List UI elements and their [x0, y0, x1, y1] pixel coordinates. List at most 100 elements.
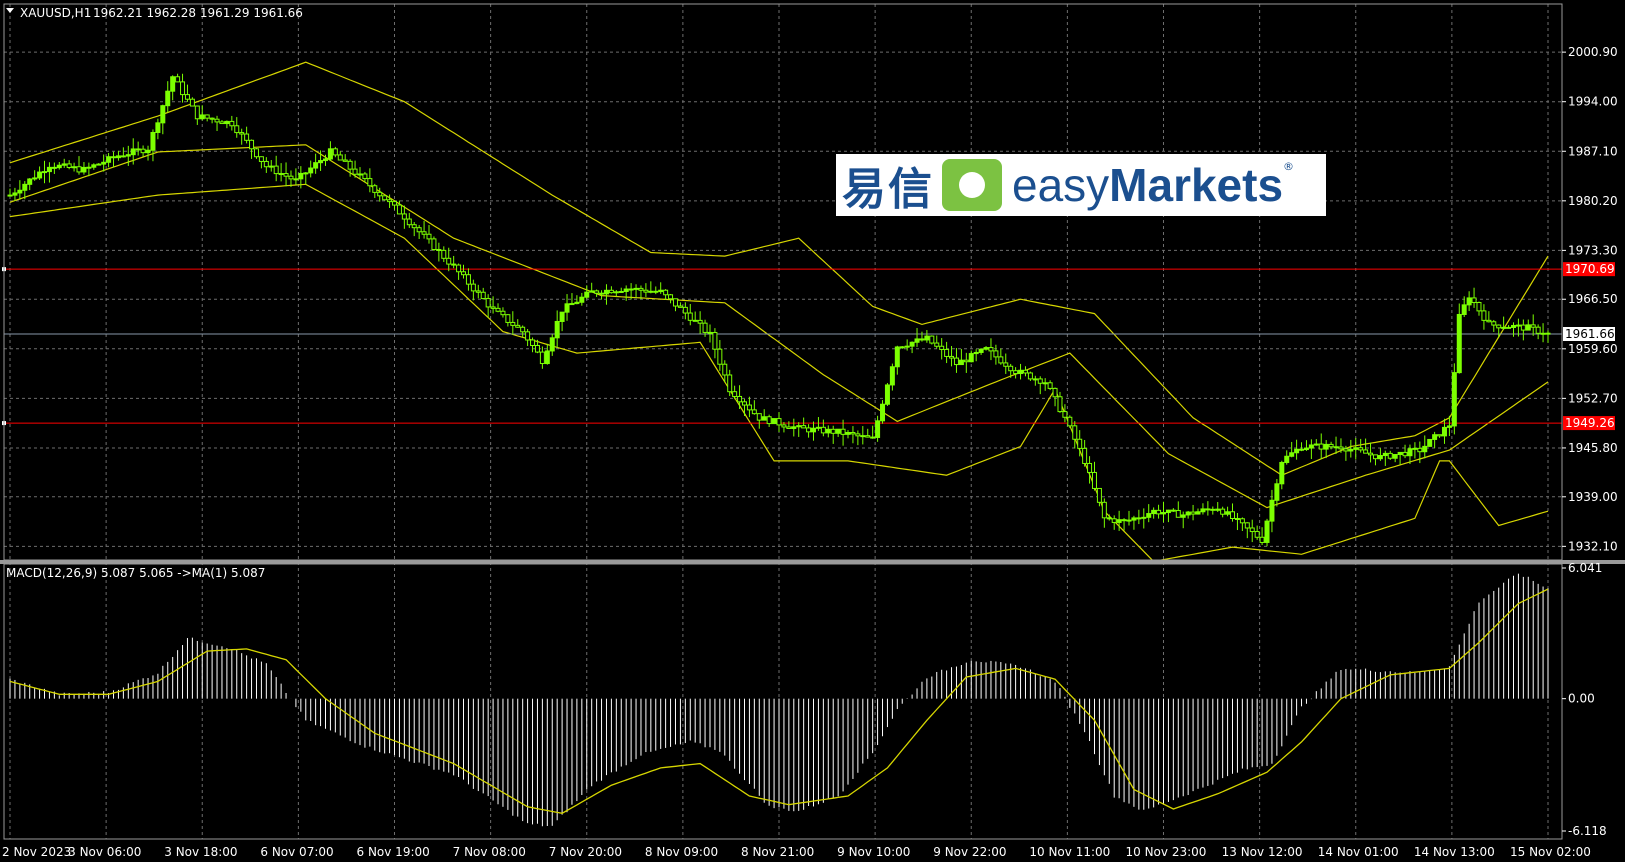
- price-tick-label: 1939.00: [1568, 490, 1618, 504]
- bull-candle: [1412, 447, 1418, 450]
- time-axis-label: 8 Nov 21:00: [741, 845, 814, 859]
- bear-candle: [347, 160, 353, 170]
- bear-candle: [1372, 454, 1378, 460]
- horizontal-lines[interactable]: 1970.69 1949.26 1961.66: [2, 262, 1615, 431]
- bear-candle: [510, 321, 516, 326]
- bear-candle: [663, 289, 669, 296]
- bear-candle: [1530, 324, 1536, 328]
- bear-candle: [963, 359, 969, 363]
- bear-candle: [1540, 332, 1546, 335]
- bear-candle: [273, 165, 279, 175]
- symbol-label[interactable]: XAUUSD,H1: [20, 6, 91, 20]
- bear-candle: [382, 195, 388, 201]
- bull-candle: [544, 350, 550, 365]
- bear-candle: [682, 306, 688, 314]
- bear-candle: [1062, 411, 1068, 418]
- logo-en-text: easyMarkets: [1012, 158, 1283, 212]
- bull-candle: [1323, 443, 1329, 450]
- bear-candle: [707, 331, 713, 334]
- bear-candle: [919, 338, 925, 341]
- bull-candle: [574, 301, 580, 305]
- macd-label: MACD(12,26,9) 5.087 5.065 ->MA(1) 5.087: [6, 566, 265, 580]
- macd-tick-label: -6.118: [1568, 824, 1607, 838]
- bear-candle: [244, 133, 250, 141]
- bear-candle: [1220, 508, 1226, 515]
- bull-candle: [875, 420, 881, 438]
- bull-candle: [91, 164, 97, 168]
- bull-candle: [1225, 511, 1231, 515]
- logo-reg-mark: ®: [1283, 160, 1295, 173]
- bull-candle: [1131, 517, 1137, 521]
- bull-candle: [618, 290, 624, 293]
- bull-candle: [968, 353, 974, 363]
- bear-candle: [337, 154, 343, 161]
- bear-candle: [677, 305, 683, 308]
- bear-candle: [1082, 447, 1088, 464]
- bull-candle: [1289, 452, 1295, 457]
- bear-candle: [939, 345, 945, 350]
- bear-candle: [51, 166, 57, 169]
- bear-candle: [1254, 531, 1260, 538]
- bull-candle: [1525, 324, 1531, 331]
- bull-candle: [1456, 313, 1462, 374]
- bull-candle: [658, 289, 664, 293]
- bull-candle: [1200, 508, 1206, 513]
- bull-candle: [96, 163, 102, 166]
- bull-candle: [1382, 452, 1388, 457]
- bear-candle: [998, 356, 1004, 364]
- macd-tick-label: 6.041: [1568, 561, 1602, 575]
- bear-candle: [1234, 517, 1240, 520]
- bear-candle: [766, 416, 772, 425]
- bear-candle: [702, 322, 708, 333]
- time-axis-label: 10 Nov 11:00: [1029, 845, 1110, 859]
- time-axis-label: 14 Nov 01:00: [1318, 845, 1399, 859]
- bear-candle: [520, 326, 526, 333]
- bear-candle: [204, 114, 210, 119]
- time-axis-label: 7 Nov 08:00: [453, 845, 526, 859]
- bull-candle: [81, 166, 87, 173]
- time-axis-label: 6 Nov 19:00: [357, 845, 430, 859]
- bear-candle: [717, 348, 723, 365]
- bear-candle: [1032, 378, 1038, 381]
- bull-candle: [958, 359, 964, 366]
- bear-candle: [352, 168, 358, 175]
- bull-candle: [101, 161, 107, 165]
- bear-candle: [1471, 297, 1477, 304]
- bull-candle: [1422, 445, 1428, 453]
- bear-candle: [830, 428, 836, 434]
- bear-candle: [727, 374, 733, 393]
- bull-candle: [860, 435, 866, 438]
- bear-candle: [175, 76, 181, 83]
- bear-candle: [1535, 326, 1541, 334]
- time-axis-label: 15 Nov 02:00: [1510, 845, 1591, 859]
- bull-candle: [308, 167, 314, 174]
- bear-candle: [1328, 443, 1334, 448]
- bear-candle: [219, 121, 225, 125]
- bull-candle: [170, 76, 176, 92]
- dropdown-triangle-icon[interactable]: [6, 8, 14, 13]
- bear-candle: [746, 404, 752, 411]
- price-tick-label: 1973.30: [1568, 243, 1618, 257]
- trading-chart[interactable]: 1970.69 1949.26 1961.66 2000.90 1994.00 1987…: [0, 0, 1625, 862]
- bull-candle: [1461, 304, 1467, 315]
- bull-candle: [1279, 461, 1285, 485]
- bull-candle: [771, 418, 777, 425]
- bull-candle: [1348, 448, 1354, 452]
- bull-candle: [579, 296, 585, 303]
- bear-candle: [465, 274, 471, 285]
- bear-candle: [993, 350, 999, 358]
- bear-candle: [1072, 425, 1078, 440]
- bear-candle: [401, 213, 407, 220]
- ohlc-readout: 1962.21 1962.28 1961.29 1961.66: [93, 6, 303, 20]
- bear-candle: [934, 342, 940, 347]
- chart-frame: [0, 3, 1625, 840]
- bear-candle: [988, 347, 994, 352]
- bull-candle: [86, 166, 92, 169]
- bear-candle: [594, 290, 600, 294]
- bear-candle: [865, 435, 871, 438]
- bear-candle: [806, 427, 812, 433]
- bull-candle: [569, 303, 575, 306]
- pane-separator[interactable]: [0, 560, 1625, 564]
- bear-candle: [870, 436, 876, 439]
- bear-candle: [367, 178, 373, 187]
